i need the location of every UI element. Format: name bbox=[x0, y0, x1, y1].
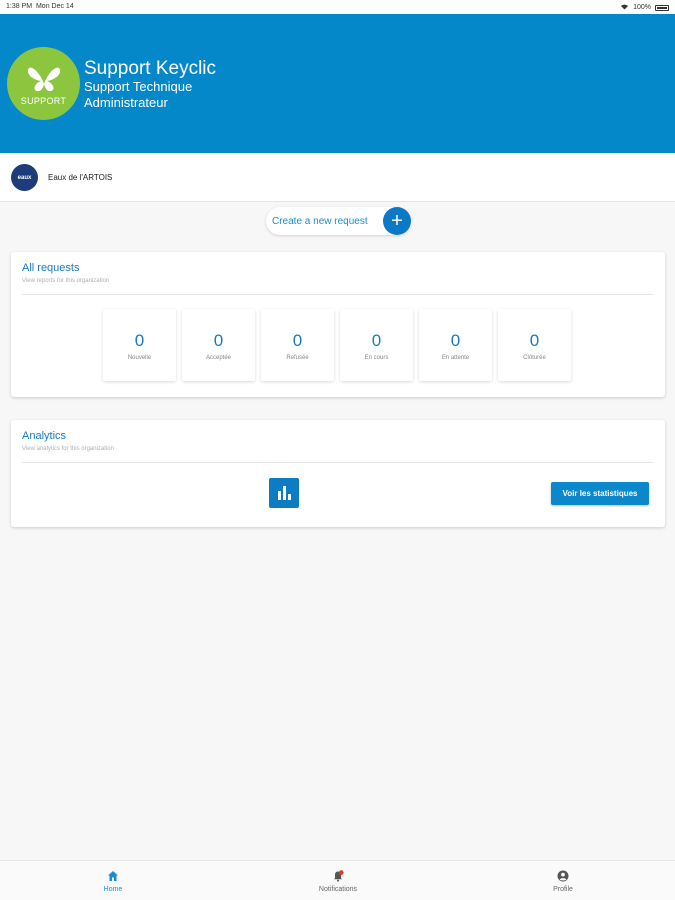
status-bar: 1:38 PM Mon Dec 14 100% bbox=[0, 0, 675, 14]
organization-selector[interactable]: eaux Eaux de l'ARTOIS bbox=[0, 154, 675, 202]
stat-value: 0 bbox=[292, 331, 303, 350]
view-statistics-button[interactable]: Voir les statistiques bbox=[551, 482, 649, 505]
stat-value: 0 bbox=[213, 331, 224, 350]
tab-label: Home bbox=[103, 886, 123, 893]
tab-label: Notifications bbox=[318, 886, 358, 893]
stat-value: 0 bbox=[450, 331, 461, 350]
requests-card: All requests View reports for this organ… bbox=[11, 252, 665, 397]
support-logo: SUPPORT bbox=[7, 47, 80, 120]
status-date: Mon Dec 14 bbox=[35, 3, 74, 10]
home-icon bbox=[108, 871, 118, 881]
tab-label: Profile bbox=[553, 886, 573, 893]
stat-nouvelle[interactable]: 0 Nouvelle bbox=[103, 309, 176, 381]
tab-notifications[interactable]: Notifications bbox=[278, 861, 398, 900]
stat-value: 0 bbox=[134, 331, 145, 350]
divider bbox=[22, 462, 654, 463]
app-header: 1:38 PM Mon Dec 14 100% SUPPORT Support … bbox=[0, 0, 675, 153]
tab-bar: Home Notifications Profile bbox=[0, 860, 675, 900]
tab-home[interactable]: Home bbox=[53, 861, 173, 900]
tab-profile[interactable]: Profile bbox=[503, 861, 623, 900]
stat-value: 0 bbox=[371, 331, 382, 350]
divider bbox=[22, 294, 654, 295]
user-role: Administrateur bbox=[84, 95, 168, 110]
user-icon bbox=[557, 870, 569, 882]
stat-label: En attente bbox=[441, 355, 470, 361]
stat-acceptee[interactable]: 0 Acceptée bbox=[182, 309, 255, 381]
status-time: 1:38 PM bbox=[6, 3, 33, 10]
analytics-title: Analytics bbox=[22, 430, 67, 442]
organization-avatar: eaux bbox=[11, 164, 38, 191]
stat-label: Acceptée bbox=[205, 355, 232, 361]
user-team: Support Technique bbox=[84, 79, 193, 94]
create-request-button[interactable]: Create a new request + bbox=[266, 207, 411, 235]
bar-chart-icon[interactable] bbox=[269, 478, 299, 508]
stat-label: En cours bbox=[364, 355, 389, 361]
plus-icon[interactable]: + bbox=[383, 207, 411, 235]
battery-icon bbox=[655, 4, 669, 11]
logo-text: SUPPORT bbox=[20, 95, 67, 106]
organization-name: Eaux de l'ARTOIS bbox=[48, 173, 113, 182]
stat-en-attente[interactable]: 0 En attente bbox=[419, 309, 492, 381]
stat-value: 0 bbox=[529, 331, 540, 350]
battery-percent: 100% bbox=[633, 4, 651, 11]
bell-icon bbox=[334, 870, 344, 882]
stat-label: Refusée bbox=[286, 355, 309, 361]
stat-label: Nouvelle bbox=[127, 355, 152, 361]
page-title: Support Keyclic bbox=[84, 58, 217, 79]
stat-cloturee[interactable]: 0 Clôturée bbox=[498, 309, 571, 381]
stat-refusee[interactable]: 0 Refusée bbox=[261, 309, 334, 381]
stat-en-cours[interactable]: 0 En cours bbox=[340, 309, 413, 381]
requests-title: All requests bbox=[22, 262, 80, 274]
create-request-label: Create a new request bbox=[272, 215, 368, 227]
requests-subtitle: View reports for this organization bbox=[22, 278, 110, 284]
butterfly-icon bbox=[27, 67, 60, 91]
wifi-icon bbox=[620, 3, 629, 12]
stat-label: Clôturée bbox=[523, 355, 546, 361]
analytics-subtitle: View analytics for this organization bbox=[22, 446, 114, 452]
analytics-card: Analytics View analytics for this organi… bbox=[11, 420, 665, 527]
